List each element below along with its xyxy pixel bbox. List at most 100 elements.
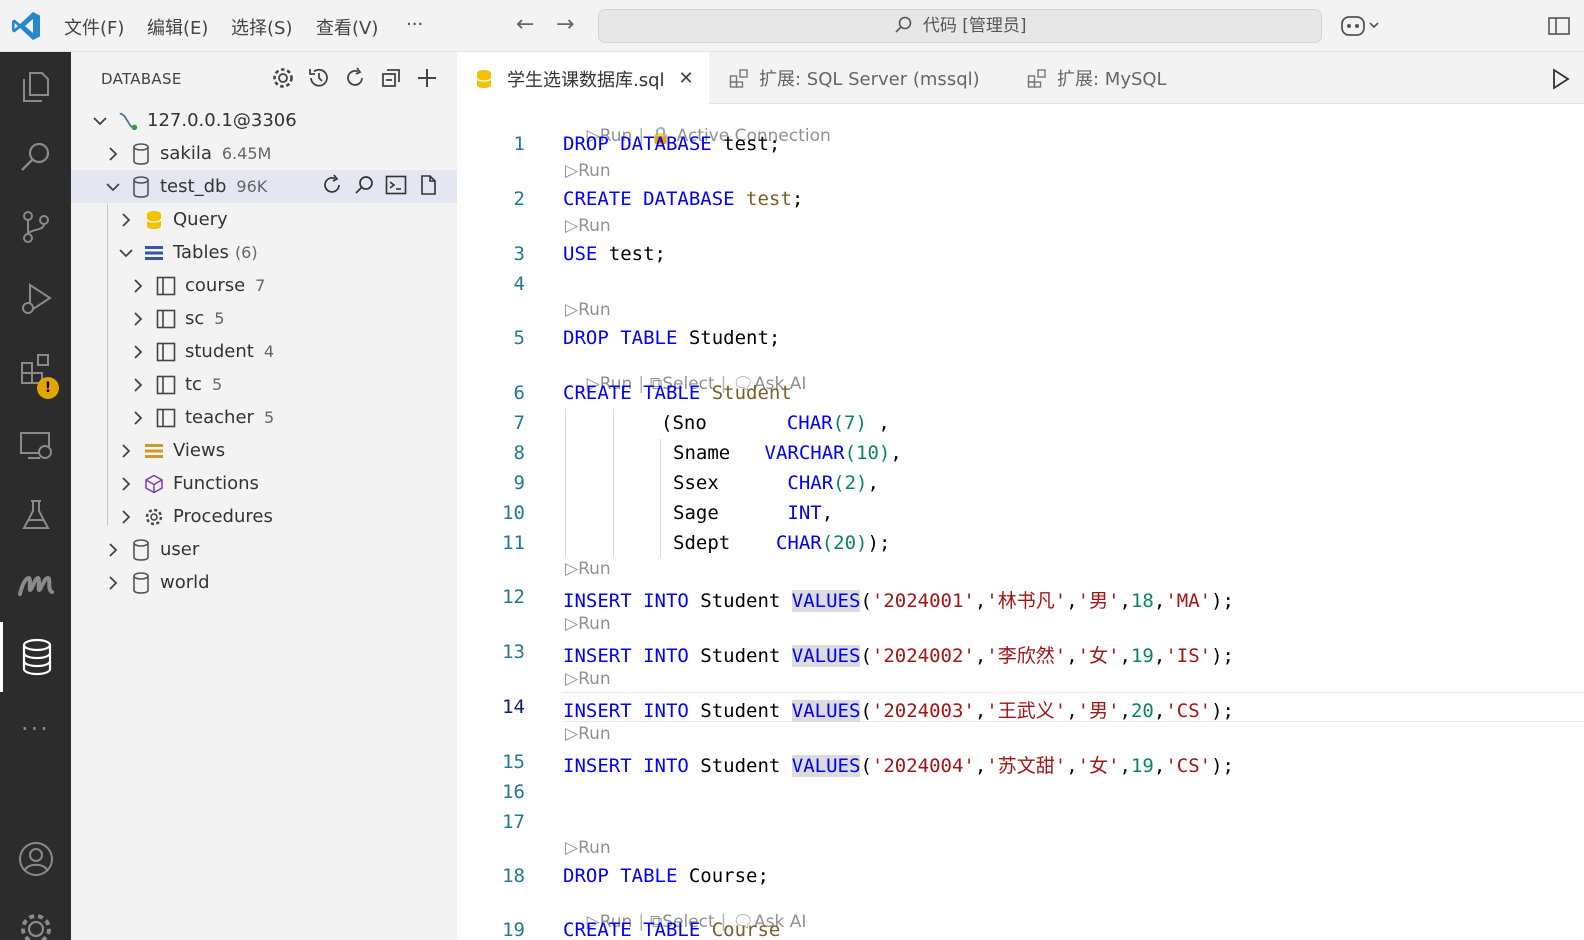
source-control-icon — [22, 211, 49, 243]
add-icon[interactable] — [415, 66, 439, 90]
database-node-user[interactable]: user — [71, 533, 457, 566]
chevron-right-icon — [104, 146, 122, 161]
search-button[interactable] — [0, 122, 71, 192]
terminal-icon[interactable] — [385, 174, 407, 196]
table-name: course — [185, 275, 246, 296]
copilot-icon[interactable] — [1340, 13, 1384, 39]
gear-icon[interactable] — [271, 66, 295, 90]
search-icon[interactable] — [353, 174, 375, 196]
menu-selection[interactable]: 选择(S) — [231, 14, 292, 40]
explorer-button[interactable] — [0, 52, 71, 122]
remote-explorer-button[interactable] — [0, 410, 71, 480]
back-arrow-icon[interactable]: ← — [516, 12, 534, 37]
menu-file[interactable]: 文件(F) — [64, 14, 124, 40]
mysql-button[interactable] — [0, 550, 71, 620]
forward-arrow-icon[interactable]: → — [556, 12, 574, 37]
database-button[interactable] — [0, 622, 71, 692]
code-line-8: Sname VARCHAR(10), — [673, 442, 902, 464]
codelens-run[interactable]: ▷Run — [565, 161, 611, 181]
menu-edit[interactable]: 编辑(E) — [147, 14, 208, 40]
database-row-actions — [321, 174, 439, 196]
run-file-icon[interactable] — [1552, 68, 1570, 90]
more-views-button[interactable]: ··· — [0, 694, 71, 764]
line-number: 10 — [502, 502, 525, 524]
tables-node[interactable]: Tables (6) — [71, 236, 457, 269]
title-bar: 文件(F) 编辑(E) 选择(S) 查看(V) ··· ← → 代码 [管理员] — [0, 0, 1584, 52]
extensions-button[interactable]: ! — [0, 334, 71, 404]
table-count: 7 — [255, 276, 266, 295]
sql-database-icon — [476, 69, 492, 88]
run-debug-icon — [21, 283, 52, 314]
close-icon[interactable]: ✕ — [679, 68, 694, 89]
line-number: 14 — [502, 696, 525, 718]
editor-tabs: 学生选课数据库.sql ✕ 扩展: SQL Server (mssql) 扩展:… — [457, 52, 1584, 105]
codelens-run[interactable]: ▷Run — [565, 669, 611, 689]
database-node-sakila[interactable]: sakila 6.45M — [71, 137, 457, 170]
table-node-tc[interactable]: tc 5 — [71, 368, 457, 401]
functions-node[interactable]: Functions — [71, 467, 457, 500]
code-line-3: USE test; — [563, 243, 666, 265]
line-number: 15 — [502, 751, 525, 773]
code-line-9: Ssex CHAR(2), — [673, 472, 879, 494]
database-icon — [130, 538, 152, 561]
code-line-11: Sdept CHAR(20)); — [673, 532, 891, 554]
mysql-icon — [17, 575, 54, 596]
line-number: 18 — [502, 865, 525, 887]
line-number: 16 — [502, 781, 525, 803]
new-file-icon[interactable] — [417, 174, 439, 196]
codelens-run[interactable]: ▷Run — [565, 838, 611, 858]
command-center-search[interactable]: 代码 [管理员] — [598, 9, 1322, 43]
account-button[interactable] — [0, 824, 71, 894]
codelens-run[interactable]: ▷Run — [565, 559, 611, 579]
source-control-button[interactable] — [0, 192, 71, 262]
codelens-run[interactable]: ▷Run — [565, 614, 611, 634]
run-debug-button[interactable] — [0, 264, 71, 334]
refresh-icon[interactable] — [321, 174, 343, 196]
codelens-line-2: ▷Run — [565, 161, 611, 181]
procedures-node[interactable]: Procedures — [71, 500, 457, 533]
chevron-down-icon — [104, 182, 122, 192]
layout-icon[interactable] — [1548, 16, 1570, 36]
table-node-course[interactable]: course 7 — [71, 269, 457, 302]
table-node-sc[interactable]: sc 5 — [71, 302, 457, 335]
table-icon — [155, 276, 177, 296]
codelens-run[interactable]: ▷Run — [565, 216, 611, 236]
line-number: 12 — [502, 586, 525, 608]
connection-node[interactable]: 127.0.0.1@3306 — [71, 104, 457, 137]
collapse-all-icon[interactable] — [379, 66, 403, 90]
database-name: world — [160, 572, 210, 593]
history-icon[interactable] — [307, 66, 331, 90]
testing-button[interactable] — [0, 480, 71, 550]
tab-extension-mssql[interactable]: 扩展: SQL Server (mssql) — [711, 52, 1007, 104]
tab-extension-mysql[interactable]: 扩展: MySQL — [1009, 52, 1205, 104]
views-node[interactable]: Views — [71, 434, 457, 467]
line-number: 7 — [513, 412, 525, 434]
chevron-right-icon — [117, 476, 135, 491]
query-database-icon — [143, 210, 165, 230]
table-name: tc — [185, 374, 202, 395]
table-name: sc — [185, 308, 205, 329]
line-number: 13 — [502, 641, 525, 663]
table-node-student[interactable]: student 4 — [71, 335, 457, 368]
code-line-5: DROP TABLE Student; — [563, 327, 781, 349]
cube-icon — [143, 474, 165, 494]
codelens-line-5: ▷Run — [565, 300, 611, 320]
refresh-icon[interactable] — [343, 66, 367, 90]
database-node-world[interactable]: world — [71, 566, 457, 599]
menu-view[interactable]: 查看(V) — [316, 14, 378, 40]
menu-more[interactable]: ··· — [406, 14, 423, 35]
codelens-line-12: ▷Run — [565, 559, 611, 579]
database-size: 6.45M — [221, 144, 272, 163]
codelens-run[interactable]: ▷Run — [565, 724, 611, 744]
table-node-teacher[interactable]: teacher 5 — [71, 401, 457, 434]
tab-sql-file[interactable]: 学生选课数据库.sql ✕ — [457, 52, 709, 105]
database-node-test-db[interactable]: test_db 96K — [71, 170, 457, 203]
codelens-run[interactable]: ▷Run — [565, 300, 611, 320]
search-icon — [20, 142, 49, 171]
chevron-right-icon — [104, 542, 122, 557]
views-list-icon — [143, 443, 165, 459]
code-line-7: (Sno CHAR(7) , — [661, 412, 890, 434]
code-editor[interactable]: ▷Run | 🔒 Active Connection 1 DROP DATABASE… — [457, 104, 1584, 940]
query-node[interactable]: Query — [71, 203, 457, 236]
settings-button[interactable] — [0, 894, 71, 940]
